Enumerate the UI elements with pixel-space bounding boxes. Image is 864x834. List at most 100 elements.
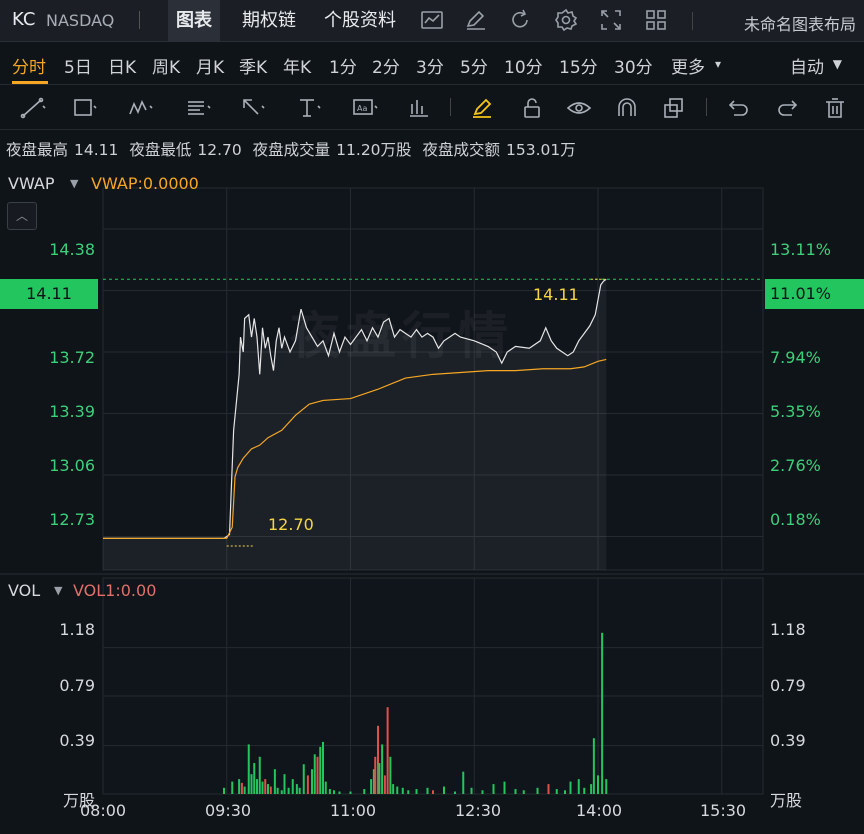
period-30min[interactable]: 30分	[614, 53, 653, 78]
volume-bar	[316, 756, 319, 794]
period-monthly[interactable]: 月K	[196, 53, 224, 78]
volume-bar	[223, 787, 225, 794]
label-icon[interactable]: Aa	[352, 96, 378, 120]
period-bar: 分时 5日 日K 周K 月K 季K 年K 1分 2分 3分 5分 10分 15分…	[0, 43, 864, 85]
x-tick: 15:30	[700, 801, 747, 820]
redo-icon[interactable]	[774, 96, 800, 120]
volume-bar	[383, 775, 386, 794]
chevron-down-icon[interactable]: ▼	[833, 57, 842, 71]
y-tick-left: 13.06	[49, 456, 95, 475]
volume-bar	[392, 784, 395, 794]
trend-line-icon[interactable]	[20, 96, 46, 120]
tab-stock-profile[interactable]: 个股资料	[316, 0, 404, 42]
volume-bar	[481, 790, 484, 794]
volume-bar	[253, 763, 256, 794]
y-tick-right: 2.76%	[770, 456, 821, 475]
fullscreen-icon[interactable]	[599, 8, 623, 32]
volume-bar	[287, 787, 290, 794]
collapse-button[interactable]: ︿	[7, 202, 37, 230]
period-3min[interactable]: 3分	[416, 53, 444, 78]
volume-bar	[415, 789, 418, 794]
text-icon[interactable]	[296, 96, 322, 120]
rectangle-icon[interactable]	[72, 96, 98, 120]
volume-bar	[240, 782, 243, 794]
y-tick-right: 7.94%	[770, 348, 821, 367]
x-tick: 12:30	[455, 801, 502, 820]
period-15min[interactable]: 15分	[559, 53, 598, 78]
volume-bar	[522, 790, 525, 794]
session-high-label: 14.11	[533, 285, 579, 304]
grid-layout-icon[interactable]	[644, 8, 668, 32]
wave-icon[interactable]	[128, 96, 154, 120]
exchange-label: NASDAQ	[46, 11, 115, 30]
undo-icon[interactable]	[726, 96, 752, 120]
stat-label: 夜盘最高	[6, 141, 69, 159]
period-5min[interactable]: 5分	[460, 53, 488, 78]
period-weekly[interactable]: 周K	[152, 53, 180, 78]
x-tick: 08:00	[80, 801, 127, 820]
period-5d[interactable]: 5日	[64, 53, 92, 78]
main-indicator-name[interactable]: VWAP	[8, 174, 54, 193]
stat-value: 153.01万	[506, 141, 576, 159]
measure-icon[interactable]	[406, 96, 432, 120]
volume-bar	[564, 790, 566, 794]
volume-indicator-name[interactable]: VOL	[8, 581, 40, 600]
lock-icon[interactable]	[520, 96, 546, 120]
arrow-icon[interactable]	[240, 96, 266, 120]
eye-icon[interactable]	[566, 96, 592, 120]
period-quarterly[interactable]: 季K	[239, 53, 267, 78]
divider	[450, 98, 451, 116]
volume-bar	[547, 784, 550, 794]
tab-chart[interactable]: 图表	[168, 0, 220, 42]
chevron-down-icon[interactable]: ▼	[70, 177, 78, 190]
period-1min[interactable]: 1分	[329, 53, 357, 78]
period-yearly[interactable]: 年K	[283, 53, 311, 78]
refresh-icon[interactable]	[508, 8, 532, 32]
volume-bar	[322, 741, 324, 794]
volume-bar	[276, 787, 279, 794]
volume-bar	[396, 786, 399, 794]
y-tick-left: 12.73	[49, 510, 95, 529]
volume-bar	[555, 789, 558, 794]
volume-bar	[250, 774, 253, 794]
edit-icon[interactable]	[464, 8, 488, 32]
chart-compare-icon[interactable]	[420, 8, 444, 32]
magnet-icon[interactable]	[614, 96, 640, 120]
volume-bar	[443, 786, 445, 794]
night-session-stats: 夜盘最高 14.11 夜盘最低 12.70 夜盘成交量 11.20万股 夜盘成交额 15…	[6, 138, 582, 160]
volume-bar	[267, 784, 269, 794]
trash-icon[interactable]	[822, 96, 848, 120]
scale-mode-select[interactable]: 自动	[790, 53, 824, 78]
period-daily[interactable]: 日K	[108, 53, 136, 78]
layout-selector[interactable]: 未命名图表布局	[744, 11, 856, 35]
chart-area[interactable]: 夜盘行情 VWAP ▼ VWAP:0.0000 ︿ 14.38 13.72 13…	[0, 168, 864, 834]
period-2min[interactable]: 2分	[372, 53, 400, 78]
period-10min[interactable]: 10分	[504, 53, 543, 78]
fib-icon[interactable]	[186, 96, 212, 120]
chevron-down-icon[interactable]: ▼	[54, 584, 62, 597]
volume-bar	[349, 791, 352, 794]
period-more[interactable]: 更多	[671, 53, 705, 78]
vol-tick-left: 0.79	[59, 676, 95, 695]
volume-bar	[470, 787, 473, 794]
volume-bar	[298, 787, 301, 794]
price-volume-chart[interactable]	[0, 168, 864, 834]
volume-bar	[569, 781, 572, 794]
chevron-down-icon[interactable]: ▾	[715, 57, 721, 71]
settings-icon[interactable]	[554, 8, 578, 32]
copy-icon[interactable]	[662, 96, 688, 120]
volume-bar	[283, 774, 286, 794]
volume-bar	[258, 756, 261, 794]
stat-value: 14.11	[74, 141, 119, 159]
pencil-icon[interactable]	[470, 96, 496, 120]
volume-bar	[583, 787, 586, 794]
period-intraday[interactable]: 分时	[12, 53, 46, 78]
volume-bar	[302, 764, 305, 794]
current-change-tag: 11.01%	[765, 279, 864, 309]
volume-bar	[370, 779, 373, 794]
volume-bar	[313, 754, 316, 794]
symbol-label[interactable]: KC	[12, 9, 35, 30]
volume-bar	[328, 789, 331, 794]
volume-bar	[401, 787, 404, 794]
tab-option-chain[interactable]: 期权链	[234, 0, 304, 42]
